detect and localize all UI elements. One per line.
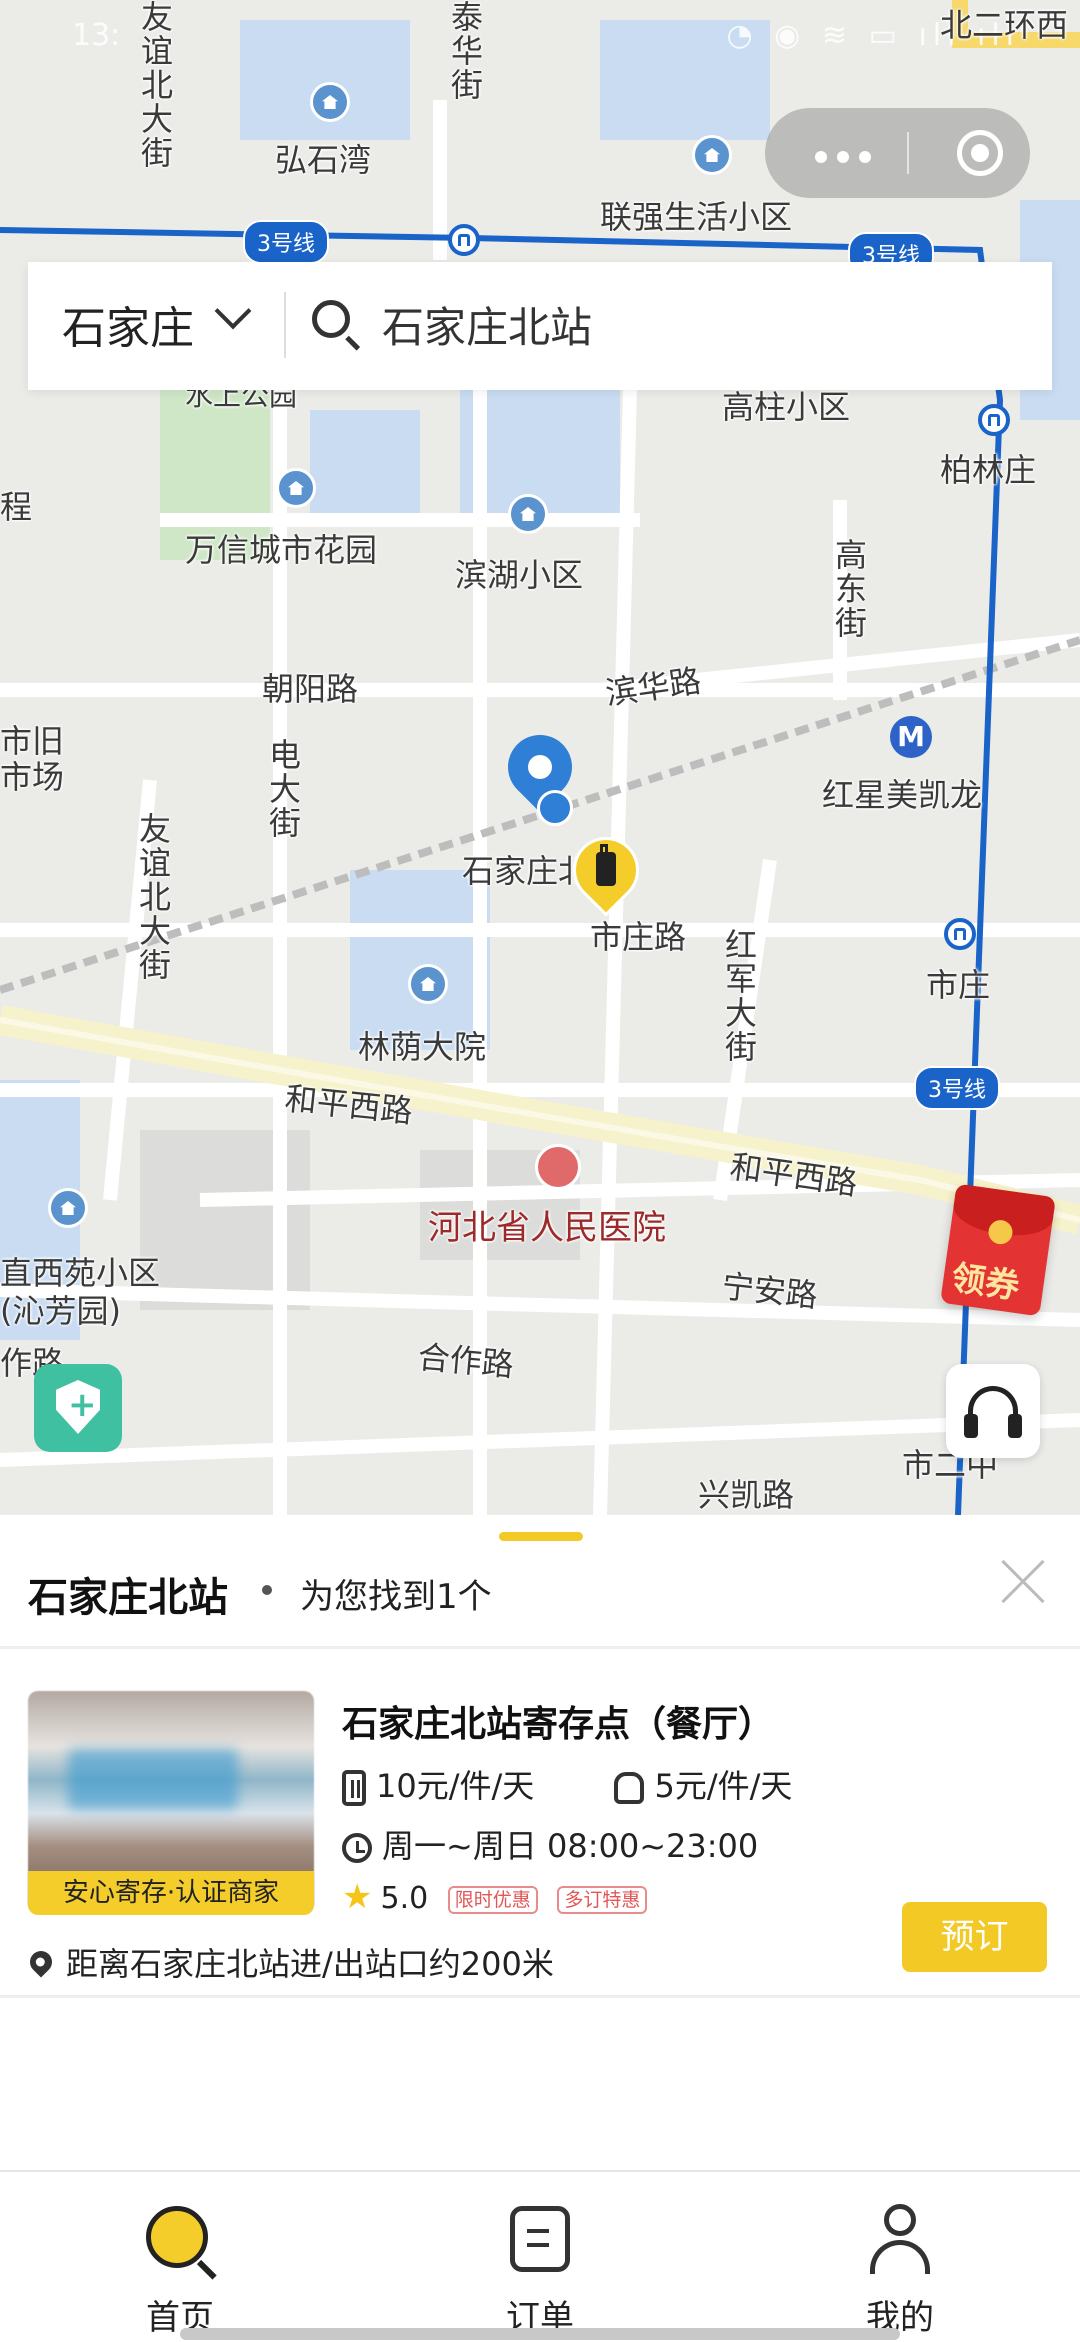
map-label: 泰华街: [446, 0, 484, 102]
map-label: 联强生活小区: [600, 198, 793, 236]
sheet-drag-handle[interactable]: [499, 1532, 583, 1541]
distance-row: 距离石家庄北站进/出站口约200米: [25, 1939, 554, 1985]
map-label: 红军大街: [720, 928, 758, 1064]
map-label: 万信城市花园: [185, 531, 378, 569]
search-home-icon: [146, 2206, 208, 2268]
map-label: 林荫大院: [358, 1028, 487, 1066]
distance-text: 距离石家庄北站进/出站口约200米: [66, 1945, 554, 1983]
poi-home-icon: [508, 494, 548, 534]
clock-icon: [342, 1833, 372, 1863]
rating-row: ★ 5.0 限时优惠 多订特惠: [342, 1877, 648, 1917]
coupon-button[interactable]: 领券: [940, 1183, 1056, 1317]
certified-badge: 安心寄存·认证商家: [28, 1871, 314, 1915]
luggage-price: 10元/件/天: [376, 1767, 535, 1805]
metro-station-icon: [978, 404, 1010, 436]
map-label: 弘石湾: [275, 141, 372, 179]
chevron-down-icon[interactable]: [214, 292, 252, 330]
map-label: 程: [0, 488, 33, 526]
sheet-title: 石家庄北站: [28, 1575, 228, 1621]
station-pin-base: [537, 790, 573, 826]
rating-value: 5.0: [380, 1881, 429, 1916]
star-icon: ★: [342, 1877, 373, 1917]
metro-line-badge: 3号线: [243, 220, 329, 264]
hours-row: 周一~周日 08:00~23:00: [342, 1821, 758, 1867]
map-label: 兴凯路: [698, 1476, 795, 1514]
map-label: 北二环西: [940, 6, 1069, 44]
search-icon: [312, 300, 350, 338]
search-bar: 石家庄 石家庄北站: [28, 262, 1052, 390]
storage-card[interactable]: 安心寄存·认证商家 石家庄北站寄存点（餐厅） 10元/件/天 5元/件/天 周一…: [0, 1649, 1080, 1994]
map-label: 高东街: [830, 538, 868, 640]
profile-icon: [870, 2204, 930, 2274]
luggage-icon: [596, 844, 616, 886]
search-input[interactable]: 石家庄北站: [382, 294, 592, 355]
metro-station-icon: [448, 224, 480, 256]
poi-home-icon: [310, 82, 350, 122]
map-label: 河北省人民医院: [428, 1208, 666, 1248]
poi-home-icon: [692, 135, 732, 175]
hospital-icon: [535, 1144, 581, 1190]
map-view[interactable]: 13: ◔ ◉ ≋ ▭ ıll ıll 弘石湾 联强生活小区 高柱小区 柏林庄 …: [0, 0, 1080, 1515]
promo-tag: 限时优惠: [447, 1885, 538, 1914]
poi-home-icon: [276, 468, 316, 508]
bag-price: 5元/件/天: [654, 1767, 793, 1805]
map-label: 市场: [0, 758, 65, 796]
map-label: 宁安路: [720, 1267, 820, 1315]
map-label: 电大街: [264, 738, 302, 840]
promo-tag: 多订特惠: [557, 1885, 648, 1914]
poi-home-icon: [408, 964, 448, 1004]
result-count: 为您找到1个: [300, 1577, 492, 1617]
price-row: 10元/件/天 5元/件/天: [342, 1761, 793, 1806]
close-miniprogram-icon[interactable]: [957, 130, 1003, 176]
opening-hours: 周一~周日 08:00~23:00: [382, 1827, 759, 1865]
location-icon: [25, 1946, 57, 1978]
map-label: 朝阳路: [262, 670, 359, 708]
map-label: 友谊北大街: [136, 0, 174, 170]
store-name: 石家庄北站寄存点（餐厅）: [342, 1704, 775, 1745]
order-icon: [510, 2206, 570, 2272]
map-label: 合作路: [416, 1337, 516, 1385]
suitcase-icon: [342, 1770, 366, 1806]
map-label: 柏林庄: [940, 451, 1037, 489]
coupon-label: 领券: [948, 1258, 1022, 1308]
result-sheet: 石家庄北站 为您找到1个 安心寄存·认证商家 石家庄北站寄存点（餐厅） 10元/…: [0, 1515, 1080, 2170]
backpack-icon: [614, 1772, 645, 1804]
map-label: 市庄路: [590, 918, 687, 956]
book-button[interactable]: 预订: [902, 1902, 1047, 1972]
close-icon[interactable]: [998, 1557, 1048, 1607]
map-label: 红星美凯龙: [822, 776, 983, 814]
city-selector[interactable]: 石家庄: [62, 292, 194, 356]
mall-icon: M: [890, 716, 932, 758]
safety-shield-button[interactable]: +: [34, 1364, 122, 1452]
tab-bar: 首页 订单 我的: [0, 2170, 1080, 2342]
map-label: (沁芳园): [0, 1292, 121, 1330]
poi-home-icon: [48, 1188, 88, 1228]
map-label: 友谊北大街: [134, 812, 172, 982]
home-indicator[interactable]: [180, 2328, 900, 2340]
map-label: 滨湖小区: [455, 556, 584, 594]
map-label: 市庄: [926, 966, 991, 1004]
status-time: 13:: [72, 18, 121, 53]
customer-service-button[interactable]: [946, 1364, 1040, 1458]
metro-line-badge: 3号线: [914, 1066, 1000, 1110]
metro-station-icon: [944, 918, 976, 950]
miniprogram-capsule: [765, 108, 1030, 198]
more-icon[interactable]: [815, 148, 881, 167]
